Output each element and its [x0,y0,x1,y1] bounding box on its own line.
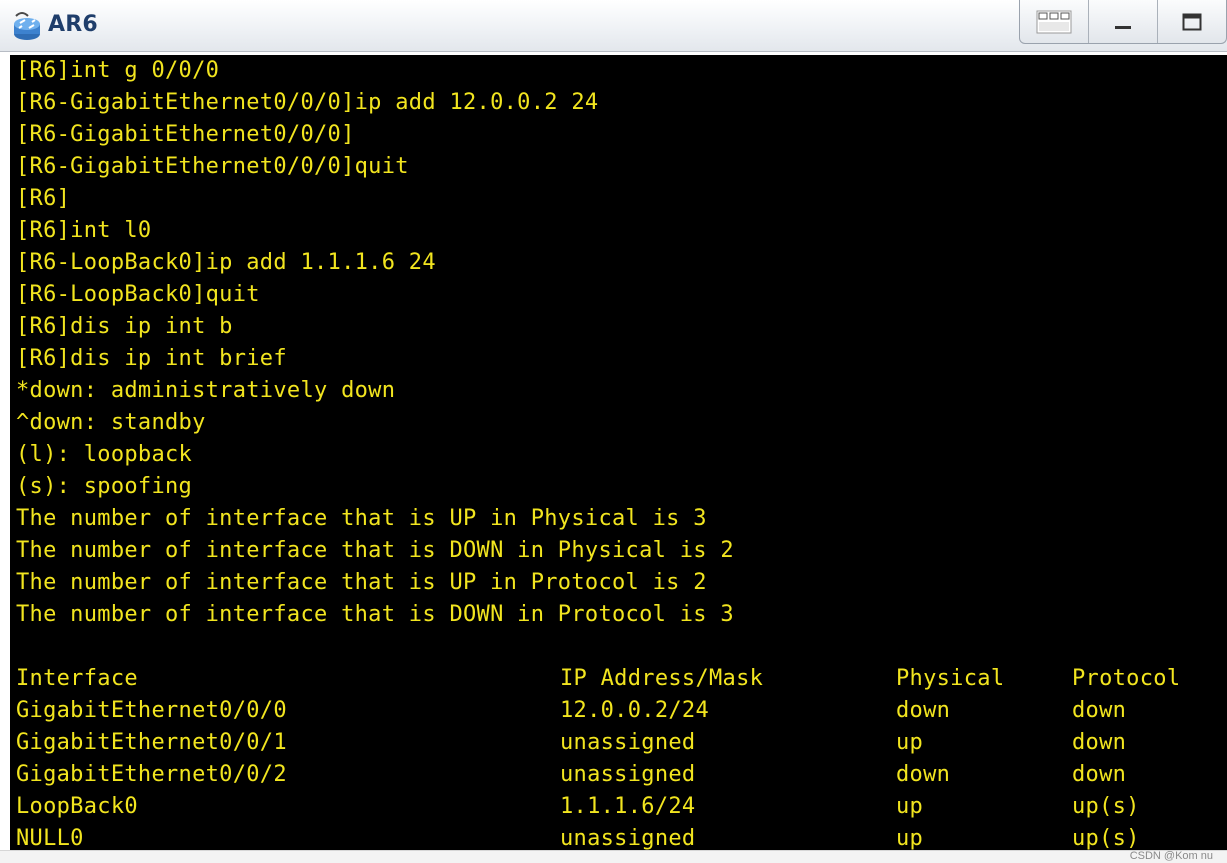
terminal-line: The number of interface that is DOWN in … [16,602,734,627]
physical-status: up [896,730,924,755]
column-header-protocol: Protocol [1072,666,1181,691]
interface-name: GigabitEthernet0/0/2 [16,762,287,787]
terminal-line: [R6-LoopBack0]quit [16,282,260,307]
interface-name: LoopBack0 [16,794,138,819]
window-title: AR6 [48,12,98,37]
protocol-status: up(s) [1072,826,1140,850]
physical-status: down [896,762,951,787]
terminal-line: [R6-GigabitEthernet0/0/0]quit [16,154,409,179]
protocol-status: up(s) [1072,794,1140,819]
table-row: LoopBack0 1.1.1.6/24 up up(s) [16,791,1227,823]
column-header-ip: IP Address/Mask [560,666,764,691]
terminal-line: [R6]int g 0/0/0 [16,58,220,83]
terminal-line: ^down: standby [16,410,206,435]
ip-address: 12.0.0.2/24 [560,698,709,723]
column-header-physical: Physical [896,666,1005,691]
interface-name: NULL0 [16,826,84,850]
terminal-line: [R6-GigabitEthernet0/0/0] [16,122,355,147]
terminal-line: (s): spoofing [16,474,193,499]
title-bar: AR6 [0,0,1227,52]
terminal-line: [R6-LoopBack0]ip add 1.1.1.6 24 [16,250,436,275]
window-controls [1019,0,1227,44]
terminal-line: [R6]int l0 [16,218,152,243]
watermark-text: CSDN @Kom nu [1129,850,1213,862]
column-header-interface: Interface [16,666,138,691]
router-app-icon [14,12,40,40]
table-header-row: Interface IP Address/Mask Physical Proto… [16,663,1227,695]
ip-address: 1.1.1.6/24 [560,794,696,819]
terminal-line: [R6-GigabitEthernet0/0/0]ip add 12.0.0.2… [16,90,599,115]
maximize-button[interactable] [1158,0,1226,43]
ip-address: unassigned [560,730,696,755]
interface-name: GigabitEthernet0/0/1 [16,730,287,755]
physical-status: down [896,698,951,723]
maximize-icon [1182,13,1202,30]
terminal-line: The number of interface that is DOWN in … [16,538,734,563]
minimize-button[interactable] [1089,0,1158,43]
protocol-status: down [1072,762,1127,787]
table-row: GigabitEthernet0/0/1 unassigned up down [16,727,1227,759]
minimize-icon [1115,25,1131,29]
window-bottom-edge: CSDN @Kom nu [0,850,1227,863]
table-row: GigabitEthernet0/0/0 12.0.0.2/24 down do… [16,695,1227,727]
table-row: NULL0 unassigned up up(s) [16,823,1227,850]
terminal-line: [R6]dis ip int brief [16,346,287,371]
terminal-line: [R6] [16,186,71,211]
terminal-line: The number of interface that is UP in Pr… [16,570,707,595]
terminal-line: *down: administratively down [16,378,396,403]
protocol-status: down [1072,730,1127,755]
physical-status: up [896,794,924,819]
restore-layout-button[interactable] [1020,0,1089,43]
interface-name: GigabitEthernet0/0/0 [16,698,287,723]
terminal-line: The number of interface that is UP in Ph… [16,506,707,531]
ip-address: unassigned [560,762,696,787]
terminal-console[interactable]: [R6]int g 0/0/0 [R6-GigabitEthernet0/0/0… [10,55,1227,850]
physical-status: up [896,826,924,850]
terminal-line: (l): loopback [16,442,193,467]
table-row: GigabitEthernet0/0/2 unassigned down dow… [16,759,1227,791]
terminal-line: [R6]dis ip int b [16,314,233,339]
restore-layout-icon [1036,10,1072,33]
ip-address: unassigned [560,826,696,850]
protocol-status: down [1072,698,1127,723]
